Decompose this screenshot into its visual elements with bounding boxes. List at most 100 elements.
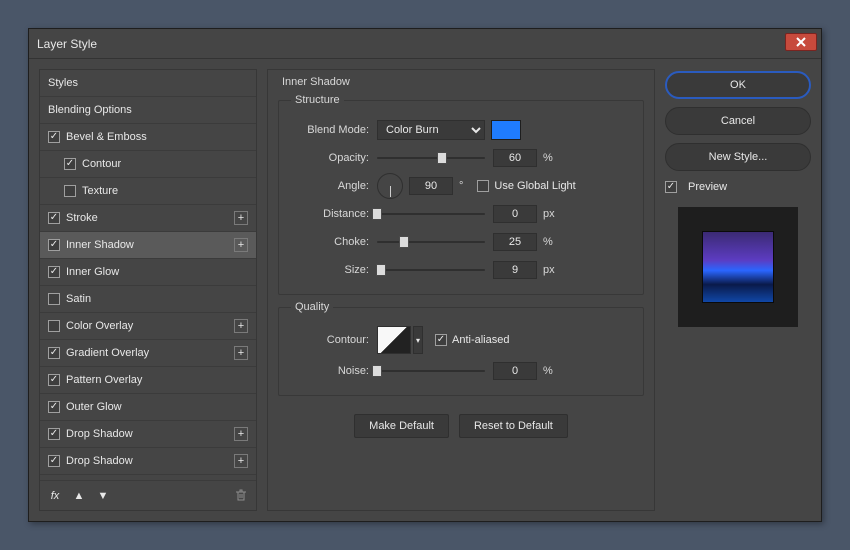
chevron-down-icon: ▾	[416, 336, 420, 345]
add-effect-icon[interactable]: +	[234, 454, 248, 468]
titlebar[interactable]: Layer Style	[29, 29, 821, 59]
sidebar-item-blending-options[interactable]: Blending Options	[40, 97, 256, 124]
quality-group: Quality Contour: ▾ Anti-aliased Noise: 0…	[278, 301, 644, 396]
sidebar-item-drop-shadow[interactable]: Drop Shadow+	[40, 448, 256, 475]
sidebar-item-label: Inner Shadow	[66, 239, 234, 251]
sidebar-item-stroke[interactable]: Stroke+	[40, 205, 256, 232]
contour-dropdown[interactable]: ▾	[413, 326, 423, 354]
move-up-icon[interactable]: ▲	[72, 489, 86, 503]
sidebar-item-styles[interactable]: Styles	[40, 70, 256, 97]
sidebar-item-label: Contour	[82, 158, 248, 170]
preview-label: Preview	[688, 181, 727, 193]
fx-icon[interactable]: fx	[48, 489, 62, 503]
sidebar-item-label: Drop Shadow	[66, 455, 234, 467]
noise-label: Noise:	[291, 365, 377, 377]
sidebar-item-label: Inner Glow	[66, 266, 248, 278]
size-slider[interactable]	[377, 263, 485, 277]
sidebar-item-label: Bevel & Emboss	[66, 131, 248, 143]
opacity-label: Opacity:	[291, 152, 377, 164]
style-checkbox[interactable]	[48, 428, 60, 440]
style-checkbox[interactable]	[48, 212, 60, 224]
sidebar-item-contour[interactable]: Contour	[40, 151, 256, 178]
cancel-button[interactable]: Cancel	[665, 107, 811, 135]
style-checkbox[interactable]	[48, 455, 60, 467]
add-effect-icon[interactable]: +	[234, 427, 248, 441]
structure-legend: Structure	[291, 94, 344, 106]
angle-unit: °	[459, 180, 463, 192]
layer-style-dialog: Layer Style Styles Blending Options Bevel …	[28, 28, 822, 522]
opacity-value[interactable]: 60	[493, 149, 537, 167]
blend-mode-select[interactable]: Color Burn	[377, 120, 485, 140]
close-button[interactable]	[785, 33, 817, 51]
blend-mode-label: Blend Mode:	[291, 124, 377, 136]
sidebar-item-color-overlay[interactable]: Color Overlay+	[40, 313, 256, 340]
use-global-label: Use Global Light	[494, 180, 575, 192]
color-swatch[interactable]	[491, 120, 521, 140]
size-unit: px	[543, 264, 555, 276]
distance-label: Distance:	[291, 208, 377, 220]
style-checkbox[interactable]	[48, 239, 60, 251]
add-effect-icon[interactable]: +	[234, 238, 248, 252]
noise-unit: %	[543, 365, 553, 377]
style-checkbox[interactable]	[64, 185, 76, 197]
sidebar-item-inner-glow[interactable]: Inner Glow	[40, 259, 256, 286]
style-checkbox[interactable]	[48, 347, 60, 359]
preview-checkbox[interactable]	[665, 181, 677, 193]
add-effect-icon[interactable]: +	[234, 211, 248, 225]
add-effect-icon[interactable]: +	[234, 346, 248, 360]
sidebar-item-pattern-overlay[interactable]: Pattern Overlay	[40, 367, 256, 394]
noise-slider[interactable]	[377, 364, 485, 378]
style-checkbox[interactable]	[48, 131, 60, 143]
angle-dial[interactable]	[377, 173, 403, 199]
sidebar-item-satin[interactable]: Satin	[40, 286, 256, 313]
right-panel: OK Cancel New Style... Preview	[665, 69, 811, 511]
reset-default-button[interactable]: Reset to Default	[459, 414, 568, 438]
add-effect-icon[interactable]: +	[234, 319, 248, 333]
sidebar-item-label: Pattern Overlay	[66, 374, 248, 386]
angle-label: Angle:	[291, 180, 377, 192]
settings-panel: Inner Shadow Structure Blend Mode: Color…	[267, 69, 655, 511]
antialias-label: Anti-aliased	[452, 334, 509, 346]
sidebar-item-outer-glow[interactable]: Outer Glow	[40, 394, 256, 421]
make-default-button[interactable]: Make Default	[354, 414, 449, 438]
distance-value[interactable]: 0	[493, 205, 537, 223]
sidebar-item-label: Stroke	[66, 212, 234, 224]
sidebar-item-gradient-overlay[interactable]: Gradient Overlay+	[40, 340, 256, 367]
choke-unit: %	[543, 236, 553, 248]
styles-sidebar: Styles Blending Options Bevel & Emboss Cont…	[39, 69, 257, 511]
sidebar-item-label: Gradient Overlay	[66, 347, 234, 359]
antialias-checkbox[interactable]	[435, 334, 447, 346]
sidebar-item-texture[interactable]: Texture	[40, 178, 256, 205]
preview-thumbnail	[678, 207, 798, 327]
quality-legend: Quality	[291, 301, 333, 313]
sidebar-item-bevel-emboss[interactable]: Bevel & Emboss	[40, 124, 256, 151]
trash-icon[interactable]	[234, 489, 248, 503]
angle-value[interactable]: 90	[409, 177, 453, 195]
move-down-icon[interactable]: ▼	[96, 489, 110, 503]
noise-value[interactable]: 0	[493, 362, 537, 380]
sidebar-item-drop-shadow[interactable]: Drop Shadow+	[40, 421, 256, 448]
sidebar-item-inner-shadow[interactable]: Inner Shadow+	[40, 232, 256, 259]
style-checkbox[interactable]	[48, 266, 60, 278]
choke-value[interactable]: 25	[493, 233, 537, 251]
opacity-unit: %	[543, 152, 553, 164]
distance-slider[interactable]	[377, 207, 485, 221]
style-checkbox[interactable]	[48, 374, 60, 386]
size-value[interactable]: 9	[493, 261, 537, 279]
window-title: Layer Style	[37, 37, 97, 51]
sidebar-item-label: Drop Shadow	[66, 428, 234, 440]
panel-title: Inner Shadow	[278, 74, 644, 88]
sidebar-item-label: Blending Options	[48, 104, 248, 116]
style-checkbox[interactable]	[48, 401, 60, 413]
choke-slider[interactable]	[377, 235, 485, 249]
contour-picker[interactable]	[377, 326, 411, 354]
sidebar-item-label: Satin	[66, 293, 248, 305]
opacity-slider[interactable]	[377, 151, 485, 165]
style-checkbox[interactable]	[48, 293, 60, 305]
use-global-checkbox[interactable]	[477, 180, 489, 192]
style-checkbox[interactable]	[48, 320, 60, 332]
ok-button[interactable]: OK	[665, 71, 811, 99]
contour-label: Contour:	[291, 334, 377, 346]
new-style-button[interactable]: New Style...	[665, 143, 811, 171]
style-checkbox[interactable]	[64, 158, 76, 170]
